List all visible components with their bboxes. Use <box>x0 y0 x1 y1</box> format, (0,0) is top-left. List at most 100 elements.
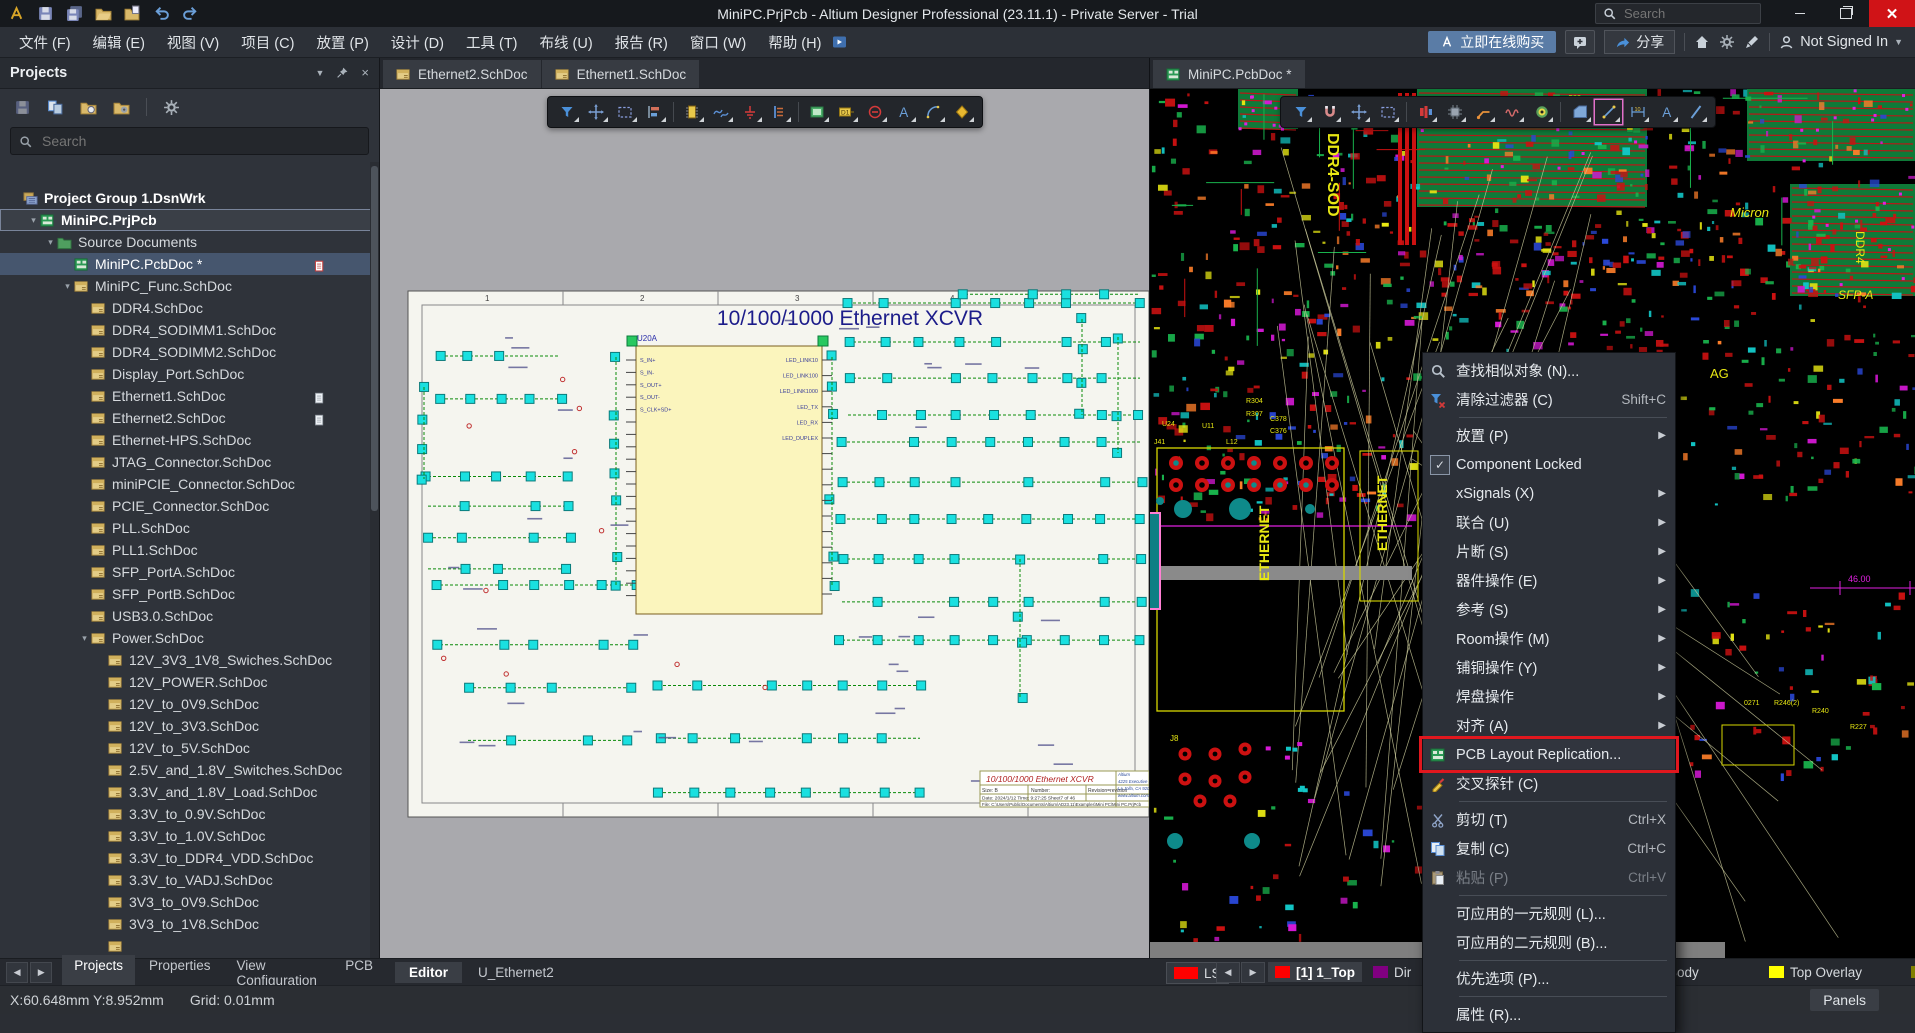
place-arc-button[interactable] <box>920 100 947 124</box>
settings-button[interactable] <box>163 98 180 116</box>
tree-item[interactable]: DDR4_SODIMM2.SchDoc <box>0 341 379 363</box>
tree-scrollbar[interactable] <box>370 162 379 959</box>
context-menu-item-7[interactable]: 片断 (S)▶ <box>1423 537 1675 566</box>
layer-tab[interactable]: Top Overlay <box>1762 962 1869 982</box>
tree-item[interactable]: ▾Power.SchDoc <box>0 627 379 649</box>
global-search[interactable] <box>1595 3 1761 24</box>
context-menu-item-3[interactable]: 放置 (P)▶ <box>1423 421 1675 450</box>
panel-close-icon[interactable]: × <box>361 65 369 80</box>
context-menu-item-5[interactable]: xSignals (X)▶ <box>1423 479 1675 508</box>
tree-item[interactable]: DDR4.SchDoc <box>0 297 379 319</box>
tree-item[interactable]: 2.5V_and_1.8V_Switches.SchDoc <box>0 759 379 781</box>
schematic-canvas[interactable]: D1A 123410/100/1000 Ethernet XCVRU20AS_I… <box>380 89 1149 959</box>
menu-item-2[interactable]: 视图 (V) <box>156 32 230 53</box>
context-menu-item-13[interactable]: 对齐 (A)▶ <box>1423 711 1675 740</box>
sign-in-menu[interactable]: Not Signed In▼ <box>1779 34 1903 50</box>
expand-arrow[interactable]: ▾ <box>27 215 40 226</box>
menu-item-0[interactable]: 文件 (F) <box>8 32 82 53</box>
tree-item[interactable]: 3V3_to_1V8.SchDoc <box>0 913 379 935</box>
tree-item[interactable]: 3.3V_to_DDR4_VDD.SchDoc <box>0 847 379 869</box>
place-component-button[interactable] <box>1441 100 1468 124</box>
tree-item[interactable]: USB3.0.SchDoc <box>0 605 379 627</box>
doc-tab-pcb[interactable]: MiniPC.PcbDoc * <box>1153 60 1305 88</box>
context-menu-item-4[interactable]: ✓Component Locked <box>1423 450 1675 479</box>
context-menu-item-26[interactable]: 属性 (R)... <box>1423 1000 1675 1029</box>
context-menu-item-10[interactable]: Room操作 (M)▶ <box>1423 624 1675 653</box>
place-via-button[interactable] <box>1528 100 1555 124</box>
comment-button[interactable] <box>1565 30 1595 54</box>
explore-folder-button[interactable] <box>80 98 97 116</box>
projects-search[interactable] <box>10 127 369 155</box>
tree-item[interactable]: Ethernet1.SchDoc <box>0 385 379 407</box>
altium-logo-button[interactable] <box>8 5 25 23</box>
tabs-scroll-right[interactable]: ▶ <box>30 962 52 983</box>
place-polygon-button[interactable] <box>1566 100 1593 124</box>
tree-item[interactable]: 12V_to_5V.SchDoc <box>0 737 379 759</box>
menu-item-1[interactable]: 编辑 (E) <box>82 32 156 53</box>
tree-item[interactable]: Display_Port.SchDoc <box>0 363 379 385</box>
context-menu-item-0[interactable]: 查找相似对象 (N)... <box>1423 356 1675 385</box>
undo-button[interactable] <box>153 5 170 23</box>
tune-length-button[interactable] <box>1499 100 1526 124</box>
tree-item[interactable]: PLL1.SchDoc <box>0 539 379 561</box>
tree-item[interactable]: 3.3V_to_VADJ.SchDoc <box>0 869 379 891</box>
place-part-button[interactable] <box>679 100 706 124</box>
editor-tab-editor[interactable]: Editor <box>395 962 462 983</box>
tree-item[interactable]: ▾Source Documents <box>0 231 379 253</box>
project-options-button[interactable] <box>113 98 130 116</box>
tabs-scroll-left[interactable]: ◀ <box>6 962 28 983</box>
place-polygon-button[interactable] <box>949 100 976 124</box>
expand-arrow[interactable]: ▾ <box>61 281 74 292</box>
open-button[interactable] <box>95 5 112 23</box>
place-line-button[interactable] <box>1595 100 1622 124</box>
move-button[interactable] <box>1345 100 1372 124</box>
layer-tab[interactable]: Bottom Overlay <box>1904 962 1915 982</box>
buy-online-button[interactable]: 立即在线购买 <box>1428 31 1556 53</box>
save-button[interactable] <box>14 98 31 116</box>
panels-button[interactable]: Panels <box>1810 989 1879 1011</box>
expand-arrow[interactable]: ▾ <box>78 633 91 644</box>
layer-tab[interactable]: Dir <box>1366 962 1418 982</box>
context-menu-item-11[interactable]: 铺铜操作 (Y)▶ <box>1423 653 1675 682</box>
tree-item[interactable]: ▾MiniPC_Func.SchDoc <box>0 275 379 297</box>
menu-item-4[interactable]: 放置 (P) <box>305 32 379 53</box>
layer-scroll-left[interactable]: ◀ <box>1216 962 1240 983</box>
tree-item[interactable]: Ethernet-HPS.SchDoc <box>0 429 379 451</box>
panel-menu-icon[interactable]: ▼ <box>315 68 324 78</box>
tree-item[interactable]: SFP_PortA.SchDoc <box>0 561 379 583</box>
place-pad-button[interactable] <box>1412 100 1439 124</box>
layer-scroll-right[interactable]: ▶ <box>1241 962 1265 983</box>
menu-item-9[interactable]: 窗口 (W) <box>679 32 757 53</box>
search-input[interactable] <box>1622 5 1736 22</box>
menu-item-7[interactable]: 布线 (U) <box>529 32 604 53</box>
context-menu-item-1[interactable]: 清除过滤器 (C)Shift+C <box>1423 385 1675 414</box>
compare-documents-button[interactable] <box>47 98 64 116</box>
context-menu-item-8[interactable]: 器件操作 (E)▶ <box>1423 566 1675 595</box>
place-text-button[interactable]: A <box>1653 100 1680 124</box>
context-menu-item-21[interactable]: 可应用的一元规则 (L)... <box>1423 899 1675 928</box>
place-no-erc-button[interactable] <box>862 100 889 124</box>
tree-item[interactable]: 12V_to_0V9.SchDoc <box>0 693 379 715</box>
projects-search-input[interactable] <box>40 132 324 150</box>
context-menu-item-19[interactable]: 粘贴 (P)Ctrl+V <box>1423 863 1675 892</box>
place-keepout-button[interactable] <box>1682 100 1709 124</box>
tree-item[interactable]: PLL.SchDoc <box>0 517 379 539</box>
place-harness-button[interactable] <box>766 100 793 124</box>
redo-button[interactable] <box>182 5 199 23</box>
context-menu-item-6[interactable]: 联合 (U)▶ <box>1423 508 1675 537</box>
menu-item-8[interactable]: 报告 (R) <box>604 32 679 53</box>
tree-item[interactable]: MiniPC.PcbDoc * <box>0 253 379 275</box>
context-menu-item-24[interactable]: 优先选项 (P)... <box>1423 964 1675 993</box>
filter-button[interactable] <box>554 100 581 124</box>
layer-tab[interactable]: [1] 1_Top <box>1268 962 1362 982</box>
save-all-button[interactable] <box>66 5 83 23</box>
place-sheet-button[interactable] <box>804 100 831 124</box>
context-menu-item-14[interactable]: PCB Layout Replication... <box>1423 740 1675 769</box>
interactive-route-button[interactable] <box>1470 100 1497 124</box>
tree-item[interactable]: 3V3_to_0V9.SchDoc <box>0 891 379 913</box>
context-menu-item-22[interactable]: 可应用的二元规则 (B)... <box>1423 928 1675 957</box>
place-wire-button[interactable] <box>708 100 735 124</box>
menu-item-10[interactable]: 帮助 (H) <box>757 32 832 53</box>
tree-item[interactable]: miniPCIE_Connector.SchDoc <box>0 473 379 495</box>
select-area-button[interactable] <box>1374 100 1401 124</box>
